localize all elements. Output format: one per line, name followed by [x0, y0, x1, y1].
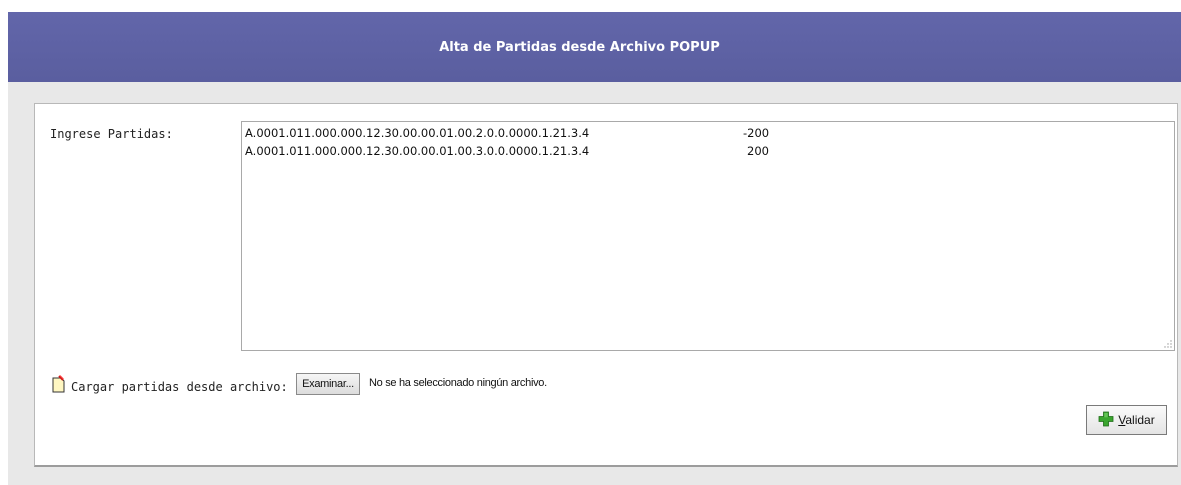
partidas-value: -200	[743, 126, 770, 140]
partidas-code: A.0001.011.000.000.12.30.00.00.01.00.2.0…	[245, 126, 590, 140]
file-upload-icon	[52, 375, 65, 393]
validar-button-label: Validar	[1118, 413, 1155, 427]
partidas-label: Ingrese Partidas:	[50, 127, 173, 141]
cargar-label: Cargar partidas desde archivo:	[71, 380, 288, 394]
form-panel: Ingrese Partidas: A.0001.011.000.000.12.…	[34, 103, 1178, 467]
popup-body: Ingrese Partidas: A.0001.011.000.000.12.…	[8, 82, 1181, 485]
green-plus-icon	[1098, 411, 1114, 430]
examinar-button-label: Examinar...	[302, 378, 354, 390]
partidas-value: 200	[747, 144, 769, 158]
partidas-line: A.0001.011.000.000.12.30.00.00.01.00.3.0…	[245, 144, 589, 158]
popup-header: Alta de Partidas desde Archivo POPUP	[8, 12, 1181, 82]
examinar-button[interactable]: Examinar...	[296, 373, 360, 395]
popup-title: Alta de Partidas desde Archivo POPUP	[439, 39, 720, 55]
validar-button[interactable]: Validar	[1086, 405, 1167, 435]
no-file-text: No se ha seleccionado ningún archivo.	[369, 377, 547, 389]
partidas-code: A.0001.011.000.000.12.30.00.00.01.00.3.0…	[245, 144, 590, 158]
partidas-textarea[interactable]: A.0001.011.000.000.12.30.00.00.01.00.2.0…	[241, 121, 1175, 351]
partidas-line: A.0001.011.000.000.12.30.00.00.01.00.2.0…	[245, 126, 589, 140]
resize-grip-icon[interactable]	[1164, 340, 1172, 348]
